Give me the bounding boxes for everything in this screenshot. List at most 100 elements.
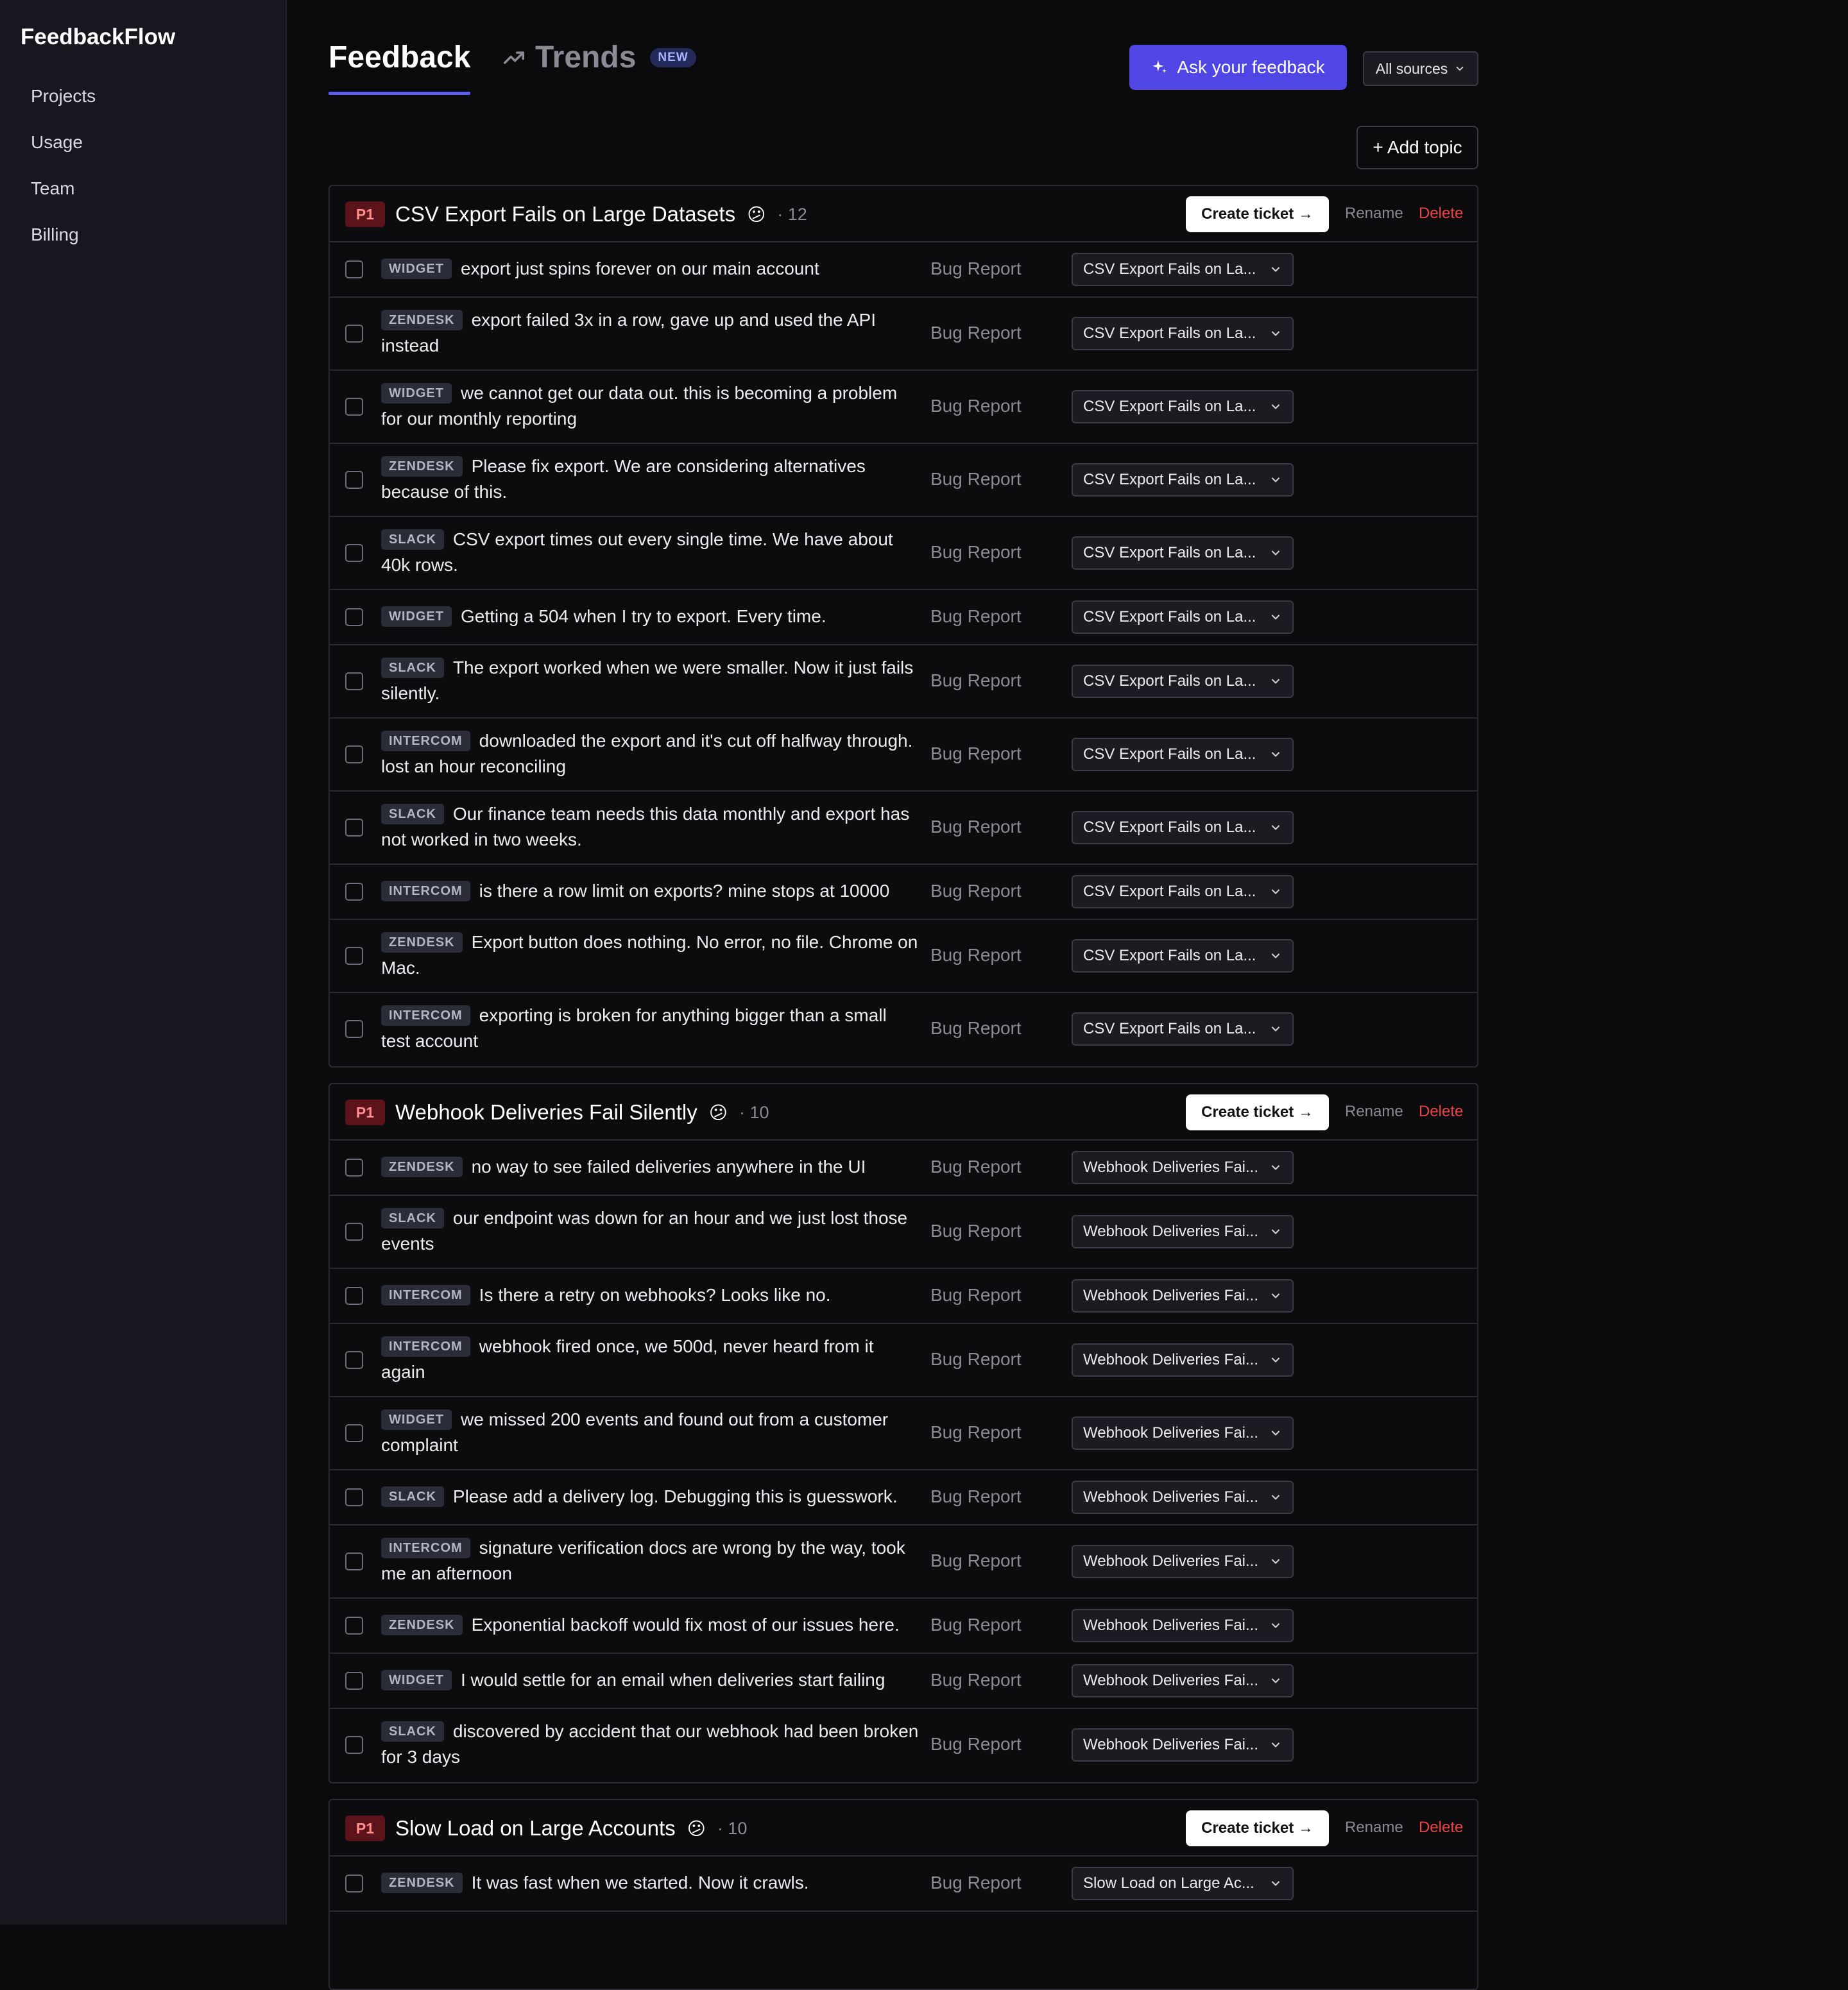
create-ticket-button[interactable]: Create ticket → [1186,1094,1329,1130]
rename-button[interactable]: Rename [1345,1819,1403,1837]
topic-select-value: CSV Export Fails on La... [1083,947,1256,964]
feedback-message: WIDGET we missed 200 events and found out… [381,1407,920,1458]
row-checkbox[interactable] [345,1287,363,1305]
topic-select[interactable]: CSV Export Fails on La... [1072,390,1294,423]
topic-select-value: Webhook Deliveries Fai... [1083,1672,1258,1689]
topic-select-value: CSV Export Fails on La... [1083,672,1256,690]
topic-select[interactable]: CSV Export Fails on La... [1072,253,1294,286]
row-checkbox[interactable] [345,544,363,562]
feedback-row: INTERCOM exporting is broken for anything… [330,993,1477,1066]
topic-select[interactable]: Webhook Deliveries Fai... [1072,1609,1294,1642]
feedback-text: Please add a delivery log. Debugging thi… [452,1486,898,1506]
row-checkbox[interactable] [345,745,363,763]
topic-select[interactable]: Webhook Deliveries Fai... [1072,1215,1294,1248]
topic-select[interactable]: CSV Export Fails on La... [1072,536,1294,570]
source-badge: SLACK [381,1208,444,1229]
delete-button[interactable]: Delete [1419,205,1463,223]
topic-select[interactable]: CSV Export Fails on La... [1072,317,1294,350]
chevron-down-icon [1271,1623,1280,1628]
feedback-message: WIDGET I would settle for an email when d… [381,1667,920,1693]
topic-select[interactable]: Webhook Deliveries Fai... [1072,1343,1294,1377]
chevron-down-icon [1271,889,1280,894]
row-checkbox[interactable] [345,260,363,278]
topic-select[interactable]: Webhook Deliveries Fai... [1072,1664,1294,1697]
row-checkbox[interactable] [345,1488,363,1506]
tab-feedback[interactable]: Feedback [329,40,470,75]
row-checkbox[interactable] [345,1424,363,1442]
topic-select[interactable]: CSV Export Fails on La... [1072,665,1294,698]
row-checkbox[interactable] [345,1020,363,1038]
sidebar-item-team[interactable]: Team [31,173,96,219]
feedback-text: Exponential backoff would fix most of ou… [471,1615,900,1635]
source-badge: WIDGET [381,383,452,404]
sidebar-item-usage[interactable]: Usage [31,127,96,173]
feedback-message: ZENDESK Export button does nothing. No er… [381,930,920,981]
feedback-row: WIDGET I would settle for an email when d… [330,1654,1477,1709]
category-label: Bug Report [930,670,1022,690]
rename-button[interactable]: Rename [1345,205,1403,223]
feedback-message: INTERCOM webhook fired once, we 500d, nev… [381,1334,920,1385]
rename-button[interactable]: Rename [1345,1103,1403,1121]
topic-select[interactable]: CSV Export Fails on La... [1072,600,1294,634]
topic-select[interactable]: CSV Export Fails on La... [1072,875,1294,908]
row-checkbox[interactable] [345,471,363,489]
row-checkbox[interactable] [345,1672,363,1690]
topic-select[interactable]: Webhook Deliveries Fai... [1072,1416,1294,1450]
ask-feedback-button[interactable]: Ask your feedback [1129,45,1347,90]
row-checkbox[interactable] [345,947,363,965]
delete-button[interactable]: Delete [1419,1819,1463,1837]
feedback-text: is there a row limit on exports? mine st… [479,881,890,901]
row-checkbox[interactable] [345,819,363,837]
topic-select[interactable]: CSV Export Fails on La... [1072,463,1294,497]
row-checkbox[interactable] [345,1736,363,1754]
topic-select[interactable]: Webhook Deliveries Fai... [1072,1279,1294,1313]
topic-select[interactable]: CSV Export Fails on La... [1072,939,1294,973]
topic-select[interactable]: CSV Export Fails on La... [1072,811,1294,844]
category-label: Bug Report [930,1734,1022,1754]
chevron-down-icon [1271,953,1280,958]
row-checkbox[interactable] [345,1159,363,1177]
add-topic-button[interactable]: + Add topic [1356,126,1478,169]
category-label: Bug Report [930,606,1022,626]
tab-trends[interactable]: Trends NEW [502,40,696,75]
create-ticket-button[interactable]: Create ticket → [1186,196,1329,232]
row-checkbox[interactable] [345,398,363,416]
topic-select[interactable]: Webhook Deliveries Fai... [1072,1728,1294,1762]
sidebar-item-billing[interactable]: Billing [31,219,96,266]
row-checkbox[interactable] [345,608,363,626]
sidebar-item-projects[interactable]: Projects [31,81,96,127]
source-badge: ZENDESK [381,310,463,330]
feedback-message: ZENDESK It was fast when we started. Now … [381,1870,920,1896]
row-checkbox[interactable] [345,1617,363,1635]
topic-select[interactable]: CSV Export Fails on La... [1072,738,1294,771]
topic-select-value: CSV Export Fails on La... [1083,325,1256,342]
create-ticket-button[interactable]: Create ticket → [1186,1810,1329,1846]
topic-select-value: Webhook Deliveries Fai... [1083,1736,1258,1753]
row-checkbox[interactable] [345,325,363,343]
row-checkbox[interactable] [345,1351,363,1369]
source-badge: ZENDESK [381,932,463,953]
topic-select[interactable]: Slow Load on Large Ac... [1072,1867,1294,1900]
feedback-row: WIDGET export just spins forever on our m… [330,242,1477,298]
feedback-row: SLACK our endpoint was down for an hour a… [330,1196,1477,1269]
delete-button[interactable]: Delete [1419,1103,1463,1121]
topic-select[interactable]: Webhook Deliveries Fai... [1072,1151,1294,1184]
row-checkbox[interactable] [345,1875,363,1892]
row-checkbox[interactable] [345,883,363,901]
source-badge: SLACK [381,1486,444,1507]
row-checkbox[interactable] [345,1552,363,1570]
topic-select-value: Webhook Deliveries Fai... [1083,1552,1258,1570]
topic-select[interactable]: Webhook Deliveries Fai... [1072,1545,1294,1578]
topic-select[interactable]: Webhook Deliveries Fai... [1072,1481,1294,1514]
sources-filter[interactable]: All sources [1363,51,1478,86]
category-label: Bug Report [930,1221,1022,1241]
topic-select[interactable]: CSV Export Fails on La... [1072,1012,1294,1046]
row-checkbox[interactable] [345,672,363,690]
feedback-row: INTERCOM downloaded the export and it's c… [330,719,1477,792]
sentiment-icon: 😕 [708,1102,728,1123]
topic-title-group: Webhook Deliveries Fail Silently 😕 · 10 [395,1100,769,1125]
feedback-row: SLACK Please add a delivery log. Debuggin… [330,1470,1477,1526]
row-checkbox[interactable] [345,1223,363,1241]
feedback-row: WIDGET we missed 200 events and found out… [330,1397,1477,1470]
feedback-message: ZENDESK Exponential backoff would fix mos… [381,1612,920,1638]
